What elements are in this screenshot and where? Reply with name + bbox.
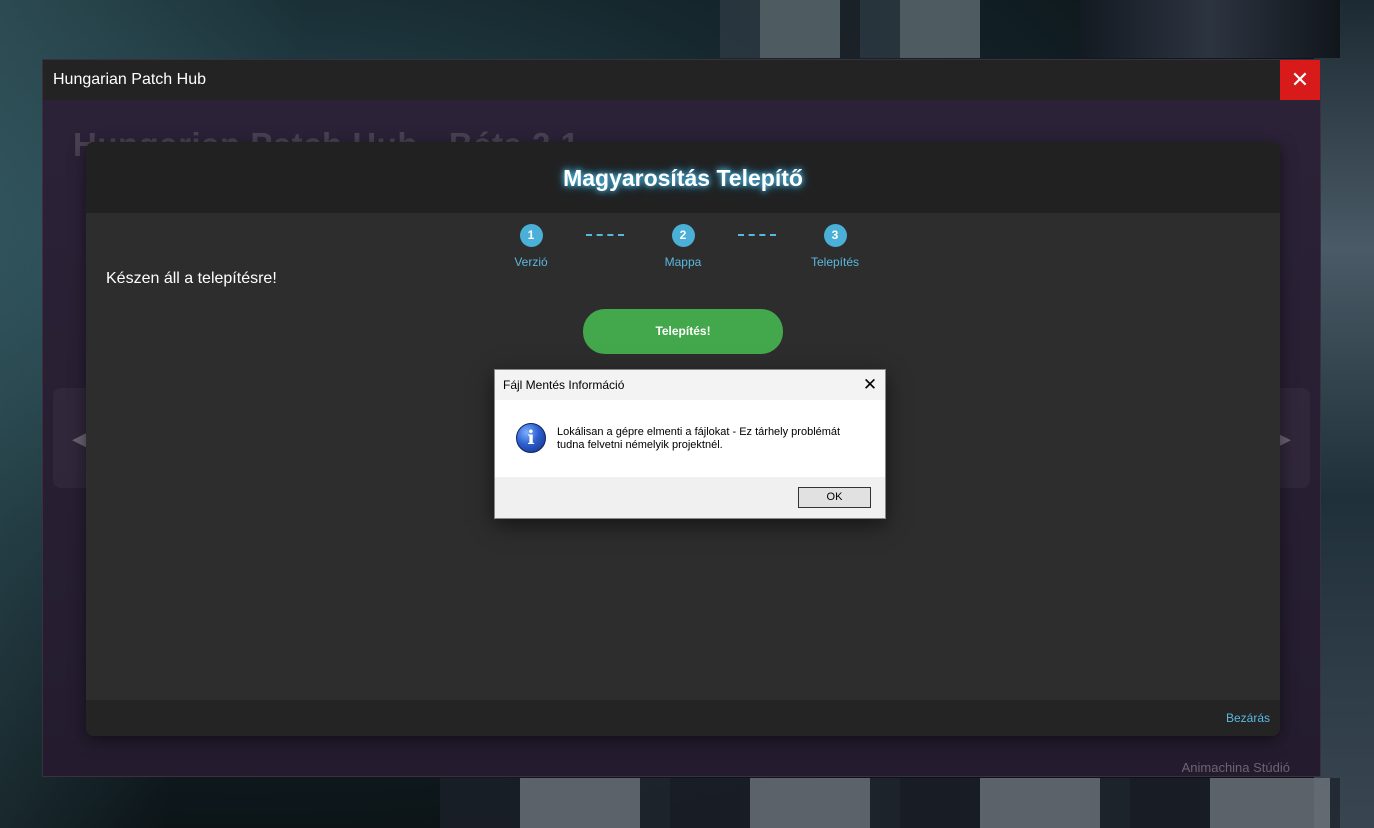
installer-title: Magyarosítás Telepítő — [563, 165, 803, 191]
window-close-button[interactable]: ✕ — [1280, 60, 1320, 100]
installer-close-link[interactable]: Bezárás — [1226, 711, 1270, 725]
info-icon: i — [516, 423, 546, 453]
installer-header: Magyarosítás Telepítő — [86, 142, 1280, 213]
step-label: Telepítés — [810, 255, 860, 269]
step-label: Verzió — [514, 255, 548, 269]
dialog-message: Lokálisan a gépre elmenti a fájlokat - E… — [557, 426, 841, 451]
desktop-wallpaper-bottom — [440, 778, 1340, 828]
step-folder: 2 Mappa — [643, 224, 723, 269]
window-titlebar[interactable]: Hungarian Patch Hub ✕ — [43, 60, 1320, 100]
close-icon: ✕ — [862, 375, 878, 394]
studio-credit: Animachina Stúdió — [1181, 760, 1290, 775]
ok-button[interactable]: OK — [798, 487, 871, 508]
desktop-wallpaper-top — [720, 0, 980, 58]
step-install: 3 Telepítés — [795, 224, 875, 269]
window-title: Hungarian Patch Hub — [53, 71, 206, 88]
step-number: 1 — [519, 224, 543, 247]
dialog-title: Fájl Mentés Információ — [503, 378, 625, 392]
desktop-wallpaper-right — [1314, 0, 1374, 828]
step-number: 3 — [823, 224, 847, 247]
file-save-info-dialog: Fájl Mentés Információ ✕ i Lokálisan a g… — [494, 369, 886, 519]
step-number: 2 — [671, 224, 695, 247]
step-version: 1 Verzió — [491, 224, 571, 269]
installer-status-text: Készen áll a telepítésre! — [106, 270, 277, 287]
dialog-close-button[interactable]: ✕ — [855, 370, 885, 400]
step-label: Mappa — [664, 255, 702, 269]
desktop-wallpaper-top-right — [1080, 0, 1340, 58]
step-connector — [586, 234, 624, 236]
installer-footer: Bezárás — [86, 700, 1280, 736]
dialog-footer: OK — [495, 477, 885, 518]
step-connector — [738, 234, 776, 236]
dialog-titlebar[interactable]: Fájl Mentés Információ ✕ — [495, 370, 885, 400]
install-button[interactable]: Telepítés! — [583, 309, 783, 354]
